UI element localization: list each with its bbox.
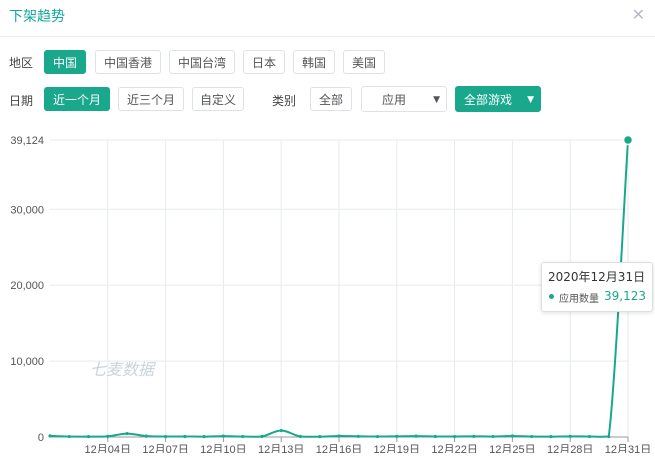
caret-down-icon: ▼ xyxy=(433,95,440,105)
x-tick-label: 12月19日 xyxy=(374,444,420,453)
series-point xyxy=(414,434,418,438)
series-point xyxy=(298,434,303,439)
series-point xyxy=(530,434,534,439)
category-all-button[interactable]: 全部 xyxy=(310,87,352,111)
region-option-us[interactable]: 美国 xyxy=(343,50,385,74)
date-label: 日期 xyxy=(9,94,34,108)
tooltip-series-name: 应用数量 xyxy=(559,294,599,305)
series-point xyxy=(337,434,341,438)
series-point xyxy=(453,434,457,439)
region-option-cn[interactable]: 中国 xyxy=(44,50,86,74)
series-point xyxy=(279,428,283,433)
series-point xyxy=(260,434,264,439)
y-tick-label: 39,124 xyxy=(10,135,44,147)
caret-down-icon: ▼ xyxy=(527,95,534,105)
series-point xyxy=(549,435,553,439)
x-tick-label: 12月16日 xyxy=(316,444,362,453)
y-tick-label: 20,000 xyxy=(10,280,44,292)
region-option-kr[interactable]: 韩国 xyxy=(293,50,335,74)
series-point xyxy=(395,434,399,438)
series-point xyxy=(144,434,148,438)
series-point xyxy=(607,434,611,439)
y-tick-label: 0 xyxy=(38,432,44,444)
series-point xyxy=(472,434,476,438)
date-option-1m[interactable]: 近一个月 xyxy=(44,87,110,111)
panel-title: 下架趋势 xyxy=(9,9,65,25)
region-option-hk[interactable]: 中国香港 xyxy=(95,50,161,74)
chart-tooltip: 2020年12月31日 应用数量 39,123 xyxy=(541,262,653,312)
series-point xyxy=(622,134,634,146)
y-tick-label: 30,000 xyxy=(10,204,44,216)
x-tick-label: 12月22日 xyxy=(431,444,477,453)
x-tick-label: 12月13日 xyxy=(258,444,304,453)
series-point xyxy=(106,434,110,438)
region-label: 地区 xyxy=(9,56,34,70)
series-point xyxy=(510,434,514,438)
series-point xyxy=(164,434,168,439)
watermark: 七麦数据 xyxy=(90,360,156,379)
date-option-3m[interactable]: 近三个月 xyxy=(118,87,184,111)
series-point xyxy=(202,435,206,439)
series-point xyxy=(433,434,437,439)
game-select[interactable]: 全部游戏 ▼ xyxy=(455,86,541,112)
series-point xyxy=(587,434,592,439)
series-point xyxy=(375,434,380,439)
date-option-custom[interactable]: 自定义 xyxy=(192,87,244,111)
series-point xyxy=(318,435,322,439)
y-tick-label: 10,000 xyxy=(10,356,44,368)
series-point xyxy=(125,431,129,436)
tooltip-date: 2020年12月31日 xyxy=(548,270,646,284)
x-tick-label: 12月28日 xyxy=(547,444,593,453)
series-point xyxy=(568,434,572,438)
close-icon[interactable]: ✕ xyxy=(632,5,645,24)
x-tick-label: 12月31日 xyxy=(605,444,651,453)
series-point xyxy=(86,435,91,439)
series-point xyxy=(241,434,245,439)
series-point xyxy=(221,434,225,438)
x-tick-label: 12月07日 xyxy=(142,444,188,453)
series-point xyxy=(356,434,360,438)
series-point xyxy=(67,434,71,439)
x-tick-label: 12月04日 xyxy=(85,444,131,453)
app-select-value: 应用 xyxy=(381,93,406,107)
category-label: 类别 xyxy=(272,94,297,108)
series-point xyxy=(183,434,187,439)
region-option-tw[interactable]: 中国台湾 xyxy=(169,50,235,74)
x-tick-label: 12月10日 xyxy=(200,444,246,453)
series-point xyxy=(48,434,52,438)
series-dot-icon xyxy=(549,294,554,299)
tooltip-value: 39,123 xyxy=(604,289,646,303)
panel-header: 下架趋势 ✕ xyxy=(0,0,655,37)
series-point xyxy=(491,434,495,439)
game-select-value: 全部游戏 xyxy=(463,93,512,107)
x-tick-label: 12月25日 xyxy=(489,444,535,453)
app-select[interactable]: 应用 ▼ xyxy=(361,86,447,112)
region-option-jp[interactable]: 日本 xyxy=(243,50,285,74)
